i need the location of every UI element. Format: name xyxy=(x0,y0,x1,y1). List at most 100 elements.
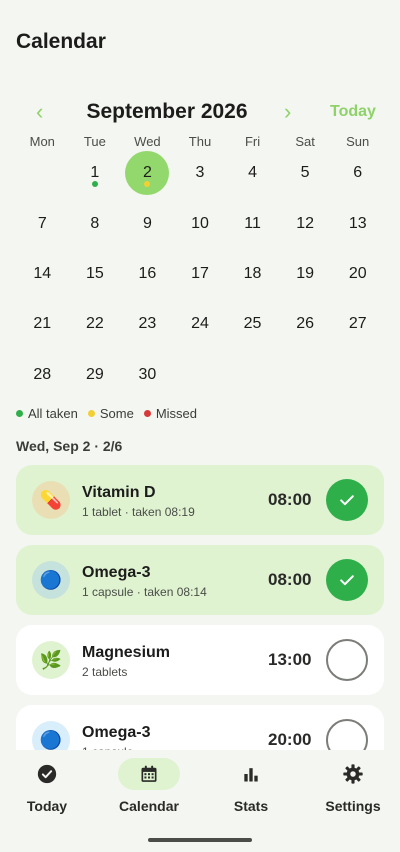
status-dot-icon xyxy=(144,181,151,187)
calendar-day-13[interactable]: 13 xyxy=(331,198,384,248)
medication-name: Omega-3 xyxy=(82,564,151,581)
calendar-legend: All taken Some Missed xyxy=(16,406,197,421)
calendar-day-7[interactable]: 7 xyxy=(16,198,69,248)
calendar-day-number: 6 xyxy=(353,164,363,182)
calendar-day-21[interactable]: 21 xyxy=(16,299,69,349)
medication-card[interactable]: 🌿 Magnesium 2 tablets 13:00 xyxy=(16,625,384,695)
calendar-day-8[interactable]: 8 xyxy=(69,198,122,248)
calendar-day-number: 7 xyxy=(37,214,47,232)
legend-label: All taken xyxy=(28,406,78,421)
calendar-day-22[interactable]: 22 xyxy=(69,299,122,349)
medication-time: 08:00 xyxy=(268,570,312,589)
yellow-dot-icon xyxy=(87,410,95,417)
calendar-day-number: 26 xyxy=(296,315,315,333)
calendar-day-23[interactable]: 23 xyxy=(121,299,174,349)
calendar-day-number: 5 xyxy=(300,164,310,182)
calendar-day-5[interactable]: 5 xyxy=(279,148,332,198)
nav-item-calendar[interactable]: Calendar xyxy=(104,758,194,818)
mark-taken-button[interactable] xyxy=(326,639,368,681)
pill-icon: 💊 xyxy=(32,481,70,519)
calendar-day-9[interactable]: 9 xyxy=(121,198,174,248)
calendar-day-29[interactable]: 29 xyxy=(69,350,122,400)
calendar-day-number: 25 xyxy=(243,315,262,333)
calendar-day-14[interactable]: 14 xyxy=(16,249,69,299)
calendar-day-28[interactable]: 28 xyxy=(16,350,69,400)
medication-list: 💊 Vitamin D 1 tablet · taken 08:19 08:00 🔵 Om… xyxy=(0,462,400,750)
nav-item-today[interactable]: Today xyxy=(2,758,92,818)
medication-detail: 1 tablet · taken 08:19 xyxy=(82,505,195,519)
blue-circle-icon: 🔵 xyxy=(32,721,70,750)
gear-icon xyxy=(322,758,384,790)
check-circle-icon xyxy=(16,758,78,790)
calendar-day-11[interactable]: 11 xyxy=(226,198,279,248)
calendar-day-24[interactable]: 24 xyxy=(174,299,227,349)
medication-name: Omega-3 xyxy=(82,724,151,741)
calendar-day-number: 15 xyxy=(85,264,104,282)
weekday-label: Tue xyxy=(83,134,106,149)
calendar-day-19[interactable]: 19 xyxy=(279,249,332,299)
calendar-day-12[interactable]: 12 xyxy=(279,198,332,248)
calendar-day-number: 4 xyxy=(248,164,258,182)
calendar-day-number: 16 xyxy=(138,264,157,282)
calendar-day-3[interactable]: 3 xyxy=(174,148,227,198)
weekday-header: Mon Tue Wed Thu Fri Sat Sun xyxy=(16,134,384,149)
calendar-day-16[interactable]: 16 xyxy=(121,249,174,299)
nav-item-stats[interactable]: Stats xyxy=(206,758,296,818)
today-button[interactable]: Today xyxy=(330,98,376,126)
calendar-day-number: 17 xyxy=(191,264,209,282)
blue-circle-icon: 🔵 xyxy=(32,561,70,599)
medication-card[interactable]: 💊 Vitamin D 1 tablet · taken 08:19 08:00 xyxy=(16,465,384,535)
legend-label: Some xyxy=(99,406,134,421)
next-month-button[interactable]: › xyxy=(284,98,291,126)
legend-label: Missed xyxy=(155,406,198,421)
calendar-day-number: 10 xyxy=(191,214,209,232)
calendar-day-number: 11 xyxy=(244,214,261,232)
calendar-day-number: 30 xyxy=(138,365,157,383)
nav-label: Calendar xyxy=(119,798,179,814)
taken-check-button[interactable] xyxy=(326,479,368,521)
weekday-label: Sat xyxy=(295,134,315,149)
herb-icon: 🌿 xyxy=(32,641,70,679)
legend-missed: Missed xyxy=(143,406,198,421)
weekday-label: Fri xyxy=(244,134,261,149)
nav-label: Stats xyxy=(233,798,269,814)
medication-card[interactable]: 🔵 Omega-3 1 capsule · taken 08:14 08:00 xyxy=(16,545,384,615)
nav-item-settings[interactable]: Settings xyxy=(308,758,398,818)
weekday-label: Wed xyxy=(134,134,161,149)
selected-date-header: Wed, Sep 2 · 2/6 xyxy=(16,438,123,454)
checkmark-icon xyxy=(337,570,357,590)
calendar-blank-cell xyxy=(16,148,69,198)
calendar-day-18[interactable]: 18 xyxy=(226,249,279,299)
calendar-day-6[interactable]: 6 xyxy=(331,148,384,198)
medication-time: 08:00 xyxy=(268,490,312,509)
calendar-day-number: 13 xyxy=(348,214,367,232)
calendar-day-17[interactable]: 17 xyxy=(174,249,227,299)
taken-check-button[interactable] xyxy=(326,559,368,601)
calendar-day-20[interactable]: 20 xyxy=(331,249,384,299)
calendar-day-27[interactable]: 27 xyxy=(331,299,384,349)
mark-taken-button[interactable] xyxy=(326,719,368,750)
calendar-grid: 1 2 3 4 5 6 7 8 9 10 11 12 13 14 15 16 17 18 19 20 21 22 23 24 2… xyxy=(16,148,384,400)
weekday-label: Thu xyxy=(188,134,212,149)
nav-label: Settings xyxy=(325,798,381,814)
calendar-day-10[interactable]: 10 xyxy=(174,198,227,248)
calendar-day-1[interactable]: 1 xyxy=(69,148,122,198)
medication-detail: 2 tablets xyxy=(82,665,128,679)
calendar-day-number: 28 xyxy=(33,365,52,383)
calendar-day-number: 22 xyxy=(85,315,104,333)
calendar-day-30[interactable]: 30 xyxy=(121,350,174,400)
calendar-day-number: 23 xyxy=(138,315,157,333)
calendar-day-number: 1 xyxy=(90,164,100,182)
calendar-day-number: 19 xyxy=(296,264,315,282)
calendar-day-26[interactable]: 26 xyxy=(279,299,332,349)
calendar-day-number: 24 xyxy=(191,315,209,333)
calendar-day-25[interactable]: 25 xyxy=(226,299,279,349)
checkmark-icon xyxy=(337,490,357,510)
calendar-day-2[interactable]: 2 xyxy=(121,148,174,198)
legend-some: Some xyxy=(87,406,134,421)
weekday-label: Sun xyxy=(346,134,370,149)
calendar-day-4[interactable]: 4 xyxy=(226,148,279,198)
nav-label: Today xyxy=(26,798,68,814)
medication-card[interactable]: 🔵Omega-31 capsule20:00 xyxy=(16,705,384,750)
calendar-day-15[interactable]: 15 xyxy=(69,249,122,299)
